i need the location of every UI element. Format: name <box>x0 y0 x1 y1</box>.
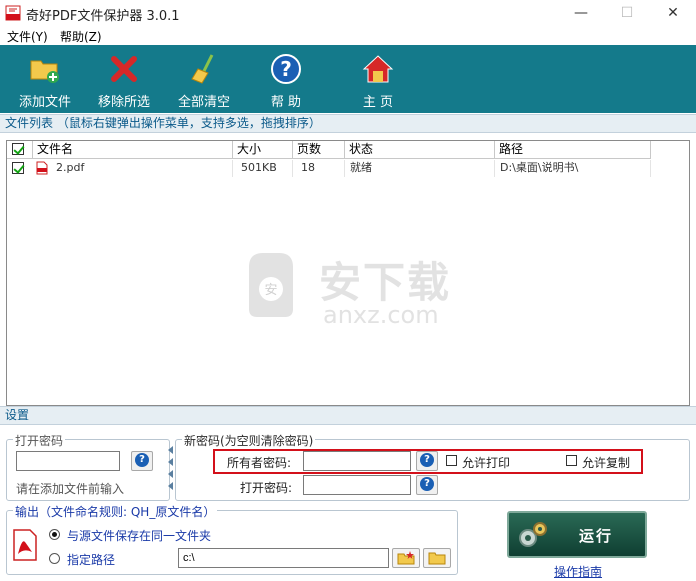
home-button[interactable]: 主 页 <box>348 45 408 113</box>
folder-icon <box>428 552 446 565</box>
watermark-domain: anxz.com <box>323 301 439 329</box>
cell-path: D:\桌面\说明书\ <box>500 160 651 177</box>
svg-text:?: ? <box>280 57 292 81</box>
column-path[interactable]: 路径 <box>495 141 651 159</box>
menu-help[interactable]: 帮助(Z) <box>60 28 102 45</box>
select-all-column[interactable] <box>7 141 33 159</box>
watermark-shield-icon: 安 <box>249 253 293 317</box>
cell-pages: 18 <box>301 160 345 177</box>
new-open-password-help-button[interactable] <box>416 475 438 495</box>
close-button[interactable]: ✕ <box>650 0 696 27</box>
open-password-hint: 请在添加文件前输入 <box>16 482 125 496</box>
output-custom-path-radio[interactable] <box>49 553 60 564</box>
toolbar: 添加文件 移除所选 全部清空 ? 帮 助 主 页 <box>0 45 696 113</box>
output-same-folder-radio[interactable] <box>49 529 60 540</box>
output-path-input[interactable] <box>178 548 389 568</box>
open-password-group-title: 打开密码 <box>13 432 66 449</box>
gears-icon <box>519 522 547 547</box>
clear-all-button[interactable]: 全部清空 <box>174 45 234 113</box>
file-list[interactable]: 文件名 大小 页数 状态 路径 2.pdf 501KB 18 就绪 D:\桌面\… <box>6 140 690 406</box>
menu-bar: 文件(Y) 帮助(Z) <box>0 27 696 45</box>
new-password-group-title: 新密码(为空则清除密码) <box>182 432 316 449</box>
new-open-password-input[interactable] <box>303 475 411 495</box>
output-custom-path-label[interactable]: 指定路径 <box>67 551 115 568</box>
select-all-checkbox[interactable] <box>12 143 24 155</box>
highlight-box <box>213 449 643 474</box>
open-password-help-button[interactable] <box>131 451 153 471</box>
browse-folder-button[interactable] <box>423 548 451 568</box>
folder-star-icon <box>397 551 415 565</box>
menu-file[interactable]: 文件(Y) <box>7 28 48 45</box>
open-password-input[interactable] <box>16 451 120 471</box>
home-icon <box>362 55 394 83</box>
add-file-label: 添加文件 <box>18 95 71 110</box>
pdf-file-icon <box>36 161 48 175</box>
column-status[interactable]: 状态 <box>345 141 495 159</box>
clear-all-label: 全部清空 <box>177 95 230 110</box>
minimize-button[interactable]: — <box>558 0 604 27</box>
remove-x-icon <box>111 56 137 82</box>
home-label: 主 页 <box>362 95 394 110</box>
file-list-section-bar: 文件列表 （鼠标右键弹出操作菜单，支持多选，拖拽排序） <box>0 114 696 133</box>
output-same-folder-label[interactable]: 与源文件保存在同一文件夹 <box>67 527 211 544</box>
app-pdf-icon <box>5 5 21 21</box>
pdf-output-icon <box>13 529 37 561</box>
new-open-password-label: 打开密码: <box>240 481 293 495</box>
file-list-header: 文件名 大小 页数 状态 路径 <box>7 141 651 159</box>
column-filename[interactable]: 文件名 <box>33 141 233 159</box>
add-folder-icon <box>30 60 59 83</box>
cell-size: 501KB <box>241 160 293 177</box>
cell-status: 就绪 <box>350 160 495 177</box>
splitter-arrows-icon[interactable] <box>167 444 174 494</box>
settings-section-bar: 设置 <box>0 406 696 425</box>
column-pages[interactable]: 页数 <box>293 141 345 159</box>
broom-icon <box>191 54 214 84</box>
window-title: 奇好PDF文件保护器 3.0.1 <box>26 9 180 24</box>
row-checkbox[interactable] <box>12 162 24 174</box>
maximize-button[interactable]: ☐ <box>604 0 650 27</box>
help-label: 帮 助 <box>270 95 302 110</box>
column-size[interactable]: 大小 <box>233 141 293 159</box>
output-group-title: 输出（文件命名规则: QH_原文件名） <box>13 503 218 520</box>
operation-guide-link[interactable]: 操作指南 <box>554 563 602 580</box>
run-button[interactable]: 运行 <box>507 511 647 558</box>
open-output-folder-button[interactable] <box>392 548 420 568</box>
help-button[interactable]: ? 帮 助 <box>256 45 316 113</box>
add-file-button[interactable]: 添加文件 <box>15 45 75 113</box>
remove-selected-button[interactable]: 移除所选 <box>94 45 154 113</box>
run-label: 运行 <box>579 527 614 545</box>
cell-filename: 2.pdf <box>56 160 233 177</box>
remove-selected-label: 移除所选 <box>97 95 150 110</box>
help-icon: ? <box>271 54 301 84</box>
svg-text:安: 安 <box>264 283 277 298</box>
table-row[interactable]: 2.pdf 501KB 18 就绪 D:\桌面\说明书\ <box>7 160 651 177</box>
title-bar: 奇好PDF文件保护器 3.0.1 — ☐ ✕ <box>0 0 696 27</box>
watermark: 安 安下载 anxz.com <box>241 245 461 335</box>
